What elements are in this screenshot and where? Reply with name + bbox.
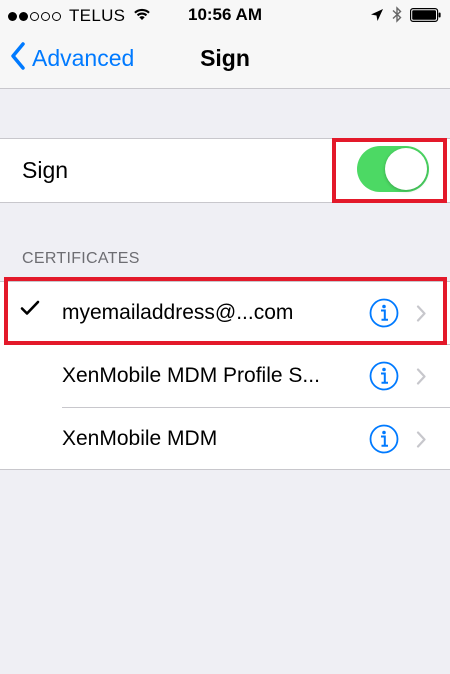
certificate-label: XenMobile MDM xyxy=(62,427,218,450)
certificate-row-2[interactable]: XenMobile MDM Profile S... xyxy=(0,345,450,407)
toggle-highlight-box xyxy=(332,138,447,203)
settings-screen: TELUS 10:56 AM Advanced Sign Sign CERTIF… xyxy=(0,0,450,674)
chevron-right-icon xyxy=(416,431,426,453)
certificates-header: CERTIFICATES xyxy=(22,250,140,267)
status-right xyxy=(362,6,442,23)
certificate-highlight-box xyxy=(4,277,447,345)
bluetooth-icon xyxy=(392,6,402,23)
sign-label: Sign xyxy=(22,157,69,183)
certificate-row-3[interactable]: XenMobile MDM xyxy=(0,408,450,470)
info-icon[interactable] xyxy=(369,424,399,454)
certificate-label: XenMobile MDM Profile S... xyxy=(62,364,320,387)
status-bar: TELUS 10:56 AM xyxy=(0,0,450,30)
page-title: Sign xyxy=(200,45,250,71)
chevron-right-icon xyxy=(416,368,426,390)
navigation-bar: Advanced Sign xyxy=(0,30,450,89)
location-arrow-icon xyxy=(370,8,384,22)
info-icon[interactable] xyxy=(369,361,399,391)
battery-icon xyxy=(410,7,442,22)
